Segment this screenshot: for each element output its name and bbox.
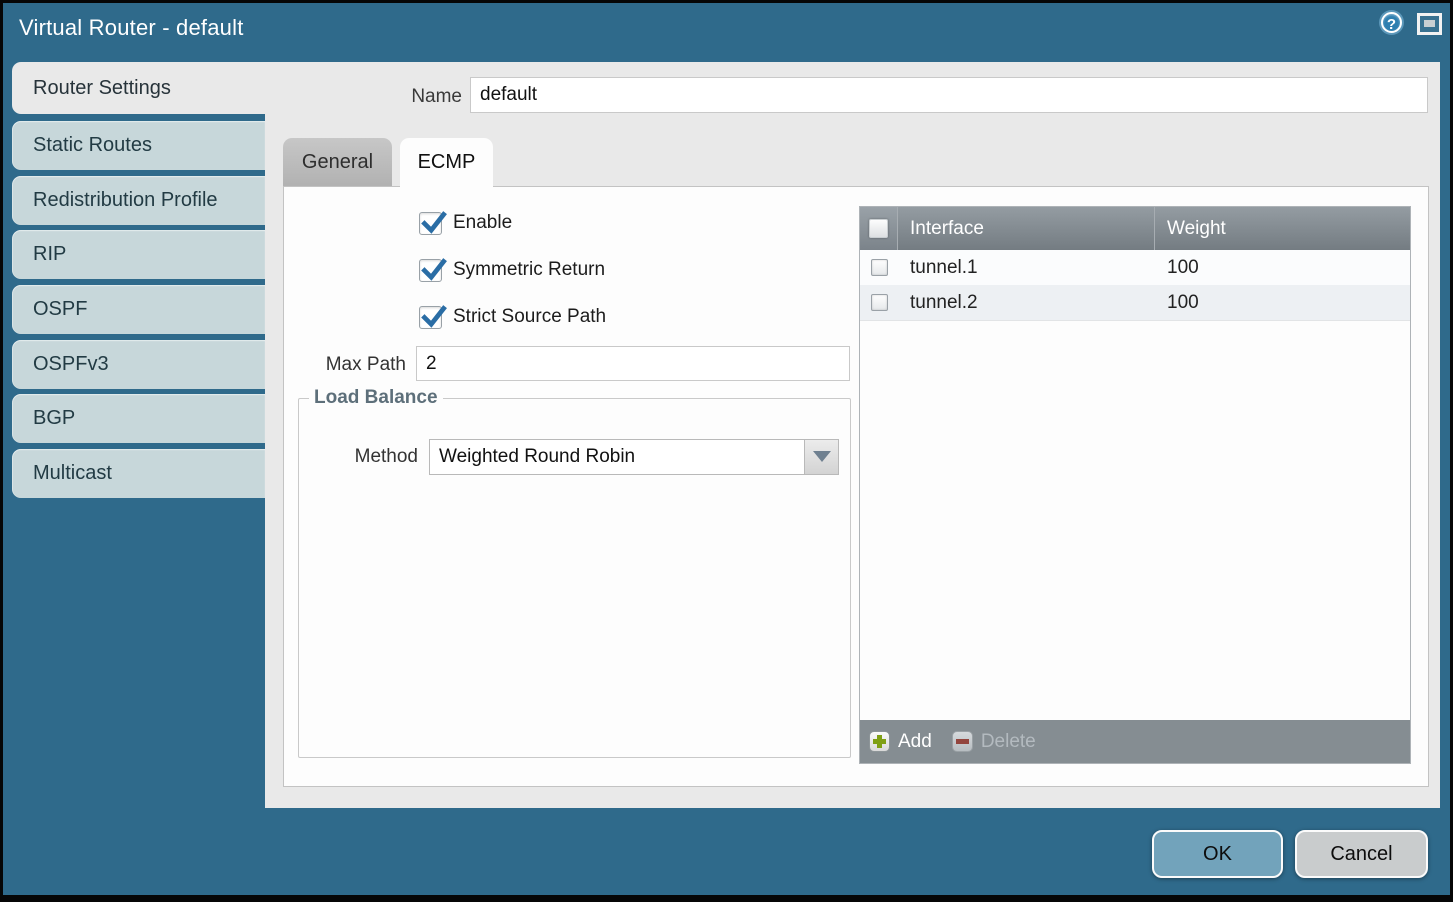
sidebar-item-rip[interactable]: RIP	[12, 230, 265, 279]
sidebar-item-label: Router Settings	[33, 77, 171, 99]
sidebar-item-ospf[interactable]: OSPF	[12, 285, 265, 334]
chevron-down-icon	[813, 451, 831, 462]
window-restore-icon[interactable]	[1417, 13, 1442, 35]
name-label: Name	[345, 86, 462, 108]
method-selected-value: Weighted Round Robin	[430, 440, 838, 474]
minus-icon	[952, 731, 973, 752]
enable-label: Enable	[453, 212, 512, 234]
sidebar-item-ospfv3[interactable]: OSPFv3	[12, 340, 265, 389]
sidebar-item-static-routes[interactable]: Static Routes	[12, 121, 265, 170]
symmetric-return-label: Symmetric Return	[453, 259, 605, 281]
checkmark-icon	[420, 257, 447, 284]
weight-cell[interactable]: 100	[1155, 292, 1410, 314]
sidebar-item-label: BGP	[33, 407, 75, 429]
checkmark-icon	[420, 304, 447, 331]
sidebar-item-label: OSPF	[33, 298, 87, 320]
virtual-router-dialog: Virtual Router - default ? Router Settin…	[0, 0, 1453, 902]
row-select-cell	[860, 259, 898, 276]
add-button[interactable]: Add	[869, 731, 932, 753]
sidebar-item-label: Redistribution Profile	[33, 189, 218, 211]
delete-button-label: Delete	[981, 731, 1036, 753]
tab-general[interactable]: General	[283, 138, 392, 187]
ecmp-tab-panel: Enable Symmetric Return Strict Source Pa…	[283, 186, 1429, 787]
row-checkbox[interactable]	[871, 259, 888, 276]
window-restore-glyph	[1424, 20, 1435, 27]
column-header-weight[interactable]: Weight	[1155, 207, 1410, 250]
dialog-title: Virtual Router - default	[19, 15, 244, 41]
enable-checkbox[interactable]	[419, 212, 442, 235]
strict-source-path-option: Strict Source Path	[419, 304, 606, 330]
sidebar-item-router-settings[interactable]: Router Settings	[12, 62, 268, 114]
cancel-button[interactable]: Cancel	[1295, 830, 1428, 878]
interface-cell[interactable]: tunnel.2	[898, 292, 1155, 314]
strict-source-path-checkbox[interactable]	[419, 306, 442, 329]
interface-cell[interactable]: tunnel.1	[898, 257, 1155, 279]
method-dropdown[interactable]: Weighted Round Robin	[429, 439, 839, 475]
table-toolbar: Add Delete	[860, 720, 1410, 763]
select-all-checkbox[interactable]	[869, 219, 888, 238]
main-content: Name General ECMP Enable Symmetric Retur…	[265, 62, 1440, 808]
load-balance-group: Load Balance Method Weighted Round Robin	[298, 387, 851, 758]
sidebar-item-bgp[interactable]: BGP	[12, 394, 265, 443]
column-header-interface[interactable]: Interface	[898, 207, 1155, 250]
sidebar-item-label: Multicast	[33, 462, 112, 484]
max-path-input[interactable]	[416, 346, 850, 381]
enable-option: Enable	[419, 210, 512, 236]
sidebar-item-label: OSPFv3	[33, 353, 109, 375]
ok-button[interactable]: OK	[1152, 830, 1283, 878]
sidebar-item-redistribution-profile[interactable]: Redistribution Profile	[12, 176, 265, 225]
sidebar-item-label: Static Routes	[33, 134, 152, 156]
dropdown-button[interactable]	[804, 440, 838, 474]
select-all-cell	[860, 207, 898, 250]
strict-source-path-label: Strict Source Path	[453, 306, 606, 328]
max-path-label: Max Path	[302, 354, 406, 376]
sidebar-item-label: RIP	[33, 243, 66, 265]
table-empty-area	[860, 320, 1410, 720]
interface-table: Interface Weight tunnel.1 100 tunnel.2 1…	[859, 206, 1411, 764]
delete-button[interactable]: Delete	[952, 731, 1036, 753]
help-icon[interactable]: ?	[1381, 12, 1402, 33]
name-input[interactable]	[470, 77, 1428, 113]
checkmark-icon	[420, 210, 447, 237]
weight-cell[interactable]: 100	[1155, 257, 1410, 279]
table-row[interactable]: tunnel.2 100	[860, 285, 1410, 320]
row-select-cell	[860, 294, 898, 311]
load-balance-legend: Load Balance	[309, 387, 443, 409]
table-header-row: Interface Weight	[860, 207, 1410, 250]
row-checkbox[interactable]	[871, 294, 888, 311]
table-row[interactable]: tunnel.1 100	[860, 250, 1410, 285]
add-button-label: Add	[898, 731, 932, 753]
symmetric-return-checkbox[interactable]	[419, 259, 442, 282]
tab-ecmp[interactable]: ECMP	[400, 138, 493, 189]
plus-icon	[869, 731, 890, 752]
sidebar-item-multicast[interactable]: Multicast	[12, 449, 265, 498]
symmetric-return-option: Symmetric Return	[419, 257, 605, 283]
method-label: Method	[313, 439, 418, 475]
